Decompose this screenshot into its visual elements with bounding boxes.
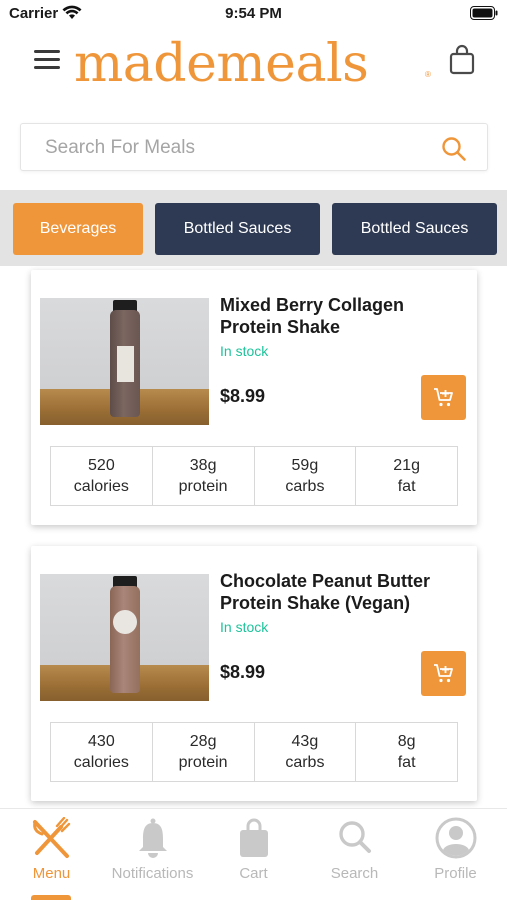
battery-icon bbox=[470, 6, 498, 25]
brand-logo: mademeals bbox=[74, 34, 369, 94]
nutrition-unit: protein bbox=[178, 478, 228, 495]
active-tab-indicator bbox=[31, 895, 71, 900]
nutrition-value: 21g bbox=[393, 457, 420, 474]
search-icon[interactable] bbox=[441, 136, 467, 167]
nutrition-fat: 21g fat bbox=[356, 447, 457, 505]
nutrition-value: 520 bbox=[88, 457, 115, 474]
search-input[interactable] bbox=[45, 124, 425, 172]
hamburger-menu-icon[interactable] bbox=[34, 50, 60, 72]
product-price: $8.99 bbox=[220, 662, 266, 682]
nutrition-value: 43g bbox=[291, 733, 319, 750]
profile-icon bbox=[435, 809, 477, 859]
product-image bbox=[40, 574, 209, 701]
search-icon bbox=[337, 809, 373, 859]
nutrition-carbs: 59g carbs bbox=[255, 447, 357, 505]
nutrition-value: 28g bbox=[189, 733, 217, 750]
shopping-bag-icon[interactable] bbox=[448, 44, 476, 81]
nutrition-unit: carbs bbox=[285, 478, 325, 495]
nutrition-protein: 28g protein bbox=[153, 723, 255, 781]
nutrition-unit: calories bbox=[73, 754, 129, 771]
nutrition-unit: fat bbox=[397, 478, 416, 495]
category-beverages-button[interactable]: Beverages bbox=[13, 203, 143, 255]
tab-label: Menu bbox=[32, 865, 71, 882]
bell-icon bbox=[136, 809, 170, 859]
product-title: Chocolate Peanut Butter Protein Shake (V… bbox=[220, 571, 431, 613]
nutrition-unit: calories bbox=[73, 478, 129, 495]
nutrition-calories: 520 calories bbox=[51, 447, 153, 505]
tab-cart[interactable]: Cart bbox=[203, 809, 304, 889]
nutrition-value: 8g bbox=[397, 733, 416, 750]
nutrition-fat: 8g fat bbox=[356, 723, 457, 781]
nutrition-carbs: 43g carbs bbox=[255, 723, 357, 781]
shopping-bag-icon bbox=[238, 809, 270, 859]
add-to-cart-icon bbox=[433, 663, 453, 682]
product-image bbox=[40, 298, 209, 425]
tab-label: Cart bbox=[239, 865, 268, 882]
fork-knife-icon bbox=[31, 809, 73, 859]
nutrition-unit: fat bbox=[397, 754, 416, 771]
product-card[interactable]: Chocolate Peanut Butter Protein Shake (V… bbox=[31, 546, 477, 801]
nutrition-unit: carbs bbox=[285, 754, 325, 771]
nutrition-value: 430 bbox=[88, 733, 115, 750]
app-header: mademeals ® bbox=[0, 30, 507, 100]
product-card[interactable]: Mixed Berry Collagen Protein Shake In st… bbox=[31, 270, 477, 525]
tab-search[interactable]: Search bbox=[304, 809, 405, 889]
registered-mark: ® bbox=[425, 70, 431, 79]
tab-profile[interactable]: Profile bbox=[405, 809, 506, 889]
nutrition-value: 59g bbox=[291, 457, 319, 474]
product-price: $8.99 bbox=[220, 386, 266, 406]
add-to-cart-icon bbox=[433, 387, 453, 406]
category-bottled-sauces-button[interactable]: Bottled Sauces bbox=[155, 203, 320, 255]
add-to-cart-button[interactable] bbox=[421, 651, 466, 696]
search-bar bbox=[20, 123, 488, 172]
nutrition-facts: 520 calories 38g protein 59g carbs 21g f… bbox=[50, 446, 458, 506]
nutrition-protein: 38g protein bbox=[153, 447, 255, 505]
tab-notifications[interactable]: Notifications bbox=[102, 809, 203, 889]
stock-status: In stock bbox=[220, 619, 269, 635]
product-title: Mixed Berry Collagen Protein Shake bbox=[220, 295, 405, 337]
tab-label: Search bbox=[330, 865, 379, 882]
category-bottled-sauces-button-2[interactable]: Bottled Sauces bbox=[332, 203, 497, 255]
tab-label: Profile bbox=[434, 865, 477, 882]
category-tabs: Beverages Bottled Sauces Bottled Sauces bbox=[0, 190, 507, 266]
status-bar: Carrier 9:54 PM bbox=[0, 0, 507, 28]
stock-status: In stock bbox=[220, 343, 269, 359]
nutrition-value: 38g bbox=[189, 457, 217, 474]
add-to-cart-button[interactable] bbox=[421, 375, 466, 420]
nutrition-unit: protein bbox=[178, 754, 228, 771]
tab-label: Notifications bbox=[111, 865, 194, 882]
tab-menu[interactable]: Menu bbox=[1, 809, 102, 889]
bottom-tab-bar: Menu Notifications Cart Search Profile bbox=[0, 808, 507, 900]
nutrition-calories: 430 calories bbox=[51, 723, 153, 781]
nutrition-facts: 430 calories 28g protein 43g carbs 8g fa… bbox=[50, 722, 458, 782]
clock: 9:54 PM bbox=[225, 5, 282, 22]
